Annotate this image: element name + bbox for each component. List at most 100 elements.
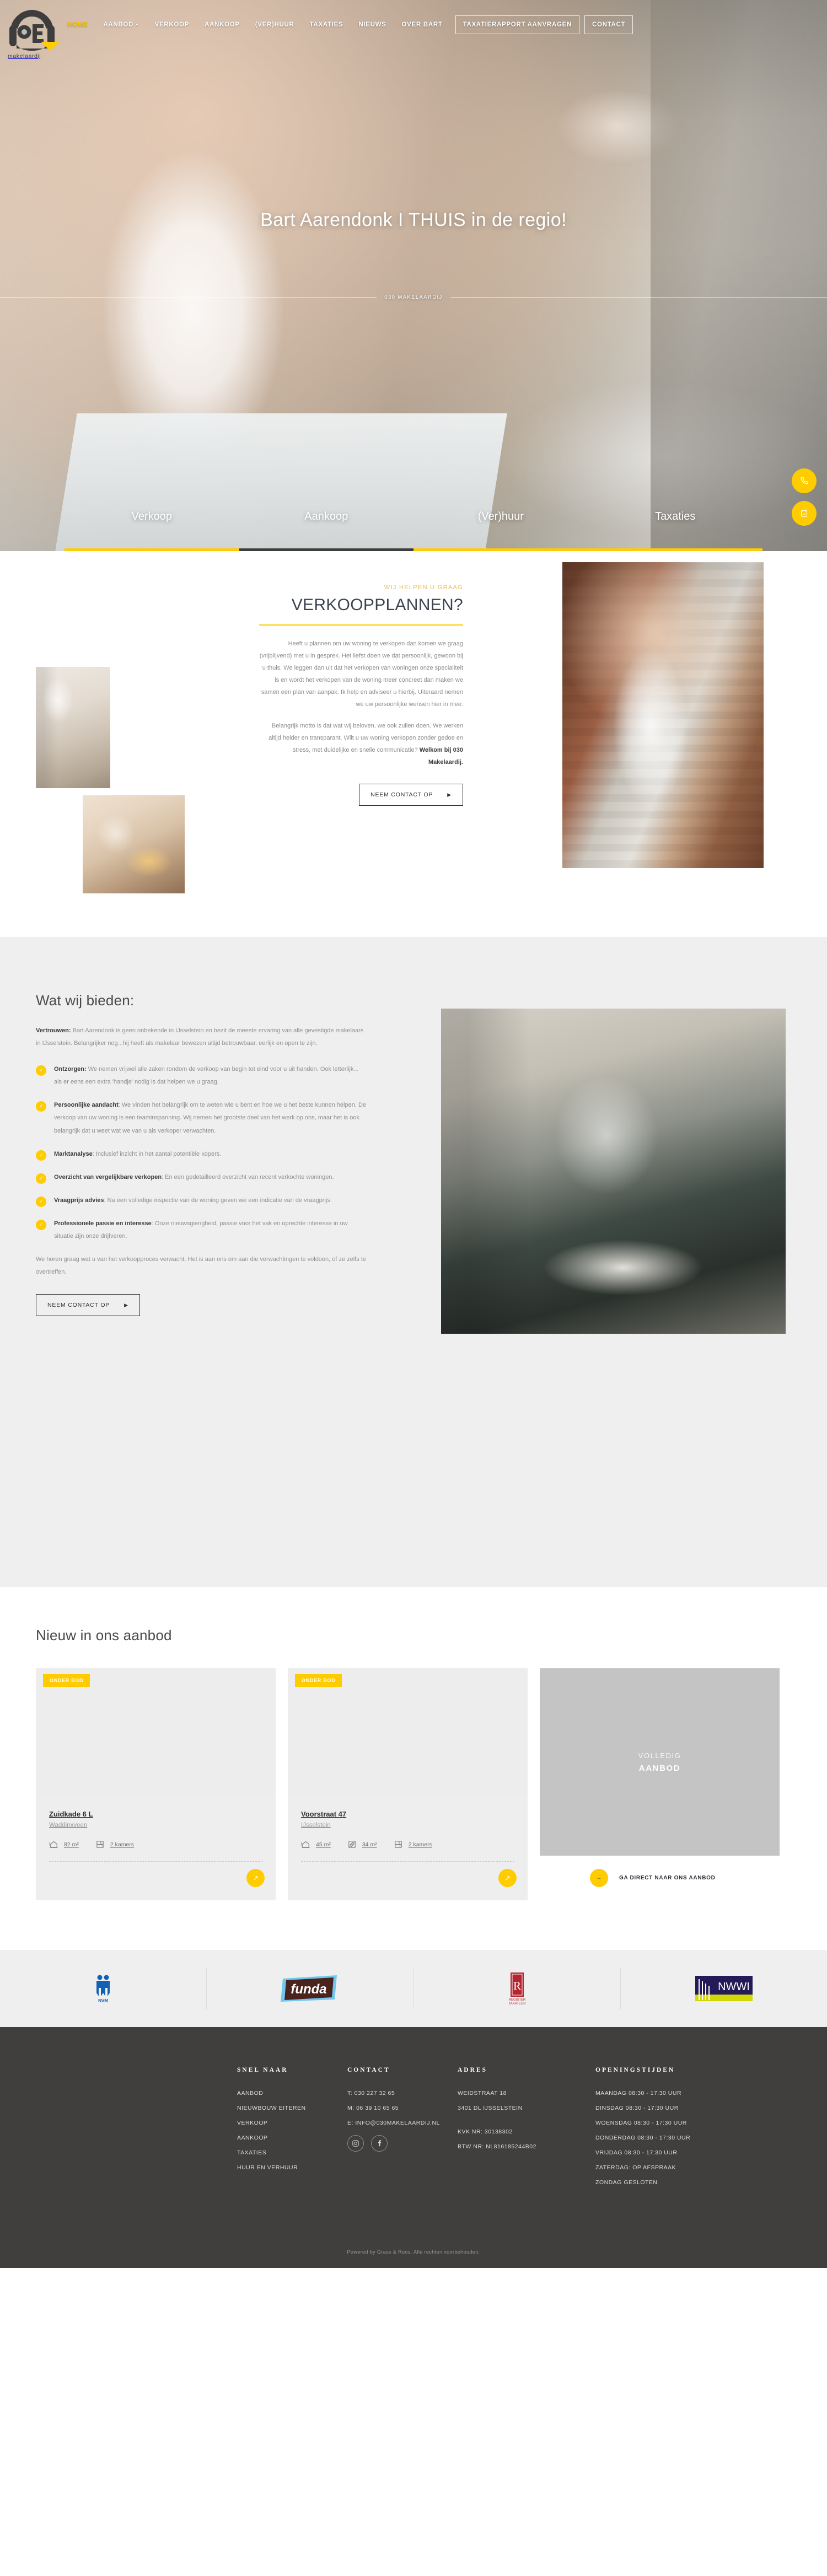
bieden-contact-button[interactable]: NEEM CONTACT OP ▶ xyxy=(36,1294,140,1317)
site-logo[interactable]: makelaardij xyxy=(8,8,60,61)
nav-item-aanbod[interactable]: AANBOD ▼ xyxy=(95,17,147,33)
nav-item-home[interactable]: HOME xyxy=(60,17,95,33)
taxatierapport-button[interactable]: TAXATIERAPPORT AANVRAGEN xyxy=(455,15,579,34)
nav-item-taxaties[interactable]: TAXATIES xyxy=(302,17,351,33)
list-item-bold: Overzicht van vergelijkbare verkopen xyxy=(54,1173,162,1181)
bieden-intro-bold: Vertrouwen: xyxy=(36,1027,71,1034)
facebook-icon[interactable] xyxy=(371,2135,388,2152)
hero-tab-underline xyxy=(65,548,239,551)
nav-label: HOME xyxy=(67,21,88,28)
nieuw-aanbod-section: Nieuw in ons aanbod ONDER BOD Zuidkade 6… xyxy=(0,1587,827,1950)
footer-link-huur-en-verhuur[interactable]: HUUR EN VERHUUR xyxy=(237,2164,347,2171)
footer-heading-address: ADRES xyxy=(458,2067,487,2073)
footer-link-taxaties[interactable]: TAXATIES xyxy=(237,2149,347,2156)
svg-text:funda: funda xyxy=(291,1982,327,1997)
hero-tab-underline xyxy=(239,548,414,551)
list-item: ✓ Professionele passie en interesse: Onze… xyxy=(36,1217,367,1243)
bieden-heading: Wat wij bieden: xyxy=(36,992,135,1009)
check-icon: ✓ xyxy=(36,1065,46,1076)
volledig-aanbod-image: VOLLEDIG AANBOD xyxy=(540,1668,780,1856)
footer-mobile[interactable]: M: 06 39 10 65 65 xyxy=(347,2105,458,2111)
nav-label: TAXATIES xyxy=(309,21,343,28)
svg-text:REGISTER: REGISTER xyxy=(508,1998,525,2002)
list-item: ✓ Persoonlijke aandacht: We vinden het be… xyxy=(36,1099,367,1137)
nav-item-verkoop[interactable]: VERKOOP xyxy=(147,17,197,33)
phone-icon[interactable] xyxy=(792,468,817,493)
list-item-bold: Marktanalyse xyxy=(54,1150,93,1157)
footer-link-aanbod[interactable]: AANBOD xyxy=(237,2090,347,2097)
svg-text:NVM: NVM xyxy=(98,1998,108,2003)
calendar-icon[interactable] xyxy=(792,501,817,526)
nwwi-logo-icon: NWWI xyxy=(695,1976,753,2001)
partner-funda: funda xyxy=(206,1968,413,2009)
site-footer: SNEL NAAR AANBOD NIEUWBOUW EITEREN VERKO… xyxy=(0,2027,827,2268)
main-menu: HOME AANBOD ▼ VERKOOP AANKOOP (VER)HUUR T… xyxy=(60,15,633,34)
verkoop-paragraph-2: Belangrijk motto is dat wat wij beloven,… xyxy=(259,720,463,768)
partner-register-taxateur: R REGISTER TAXATEUR xyxy=(413,1968,620,2009)
listing-divider xyxy=(49,1861,262,1862)
hero-rule-left xyxy=(0,297,377,298)
verkoop-contact-label: NEEM CONTACT OP xyxy=(370,791,433,798)
bieden-intro: Vertrouwen: Bart Aarendonk is geen onbek… xyxy=(36,1025,367,1050)
arrow-right-circle-icon: → xyxy=(590,1869,608,1887)
front-door-photo xyxy=(562,562,764,868)
listing-title: Voorstraat 47 xyxy=(301,1810,347,1818)
register-taxateur-logo-icon: R REGISTER TAXATEUR xyxy=(508,1973,526,2006)
hero-tab-verkoop[interactable]: Verkoop xyxy=(65,479,239,551)
check-icon: ✓ xyxy=(36,1219,46,1230)
listing-specs: 45 m² 34 m² 2 kamers xyxy=(301,1840,514,1849)
nav-item-aankoop[interactable]: AANKOOP xyxy=(197,17,248,33)
footer-col-opening-hours: OPENINGSTIJDEN MAANDAG 08:30 - 17:30 UUR… xyxy=(595,2067,750,2194)
spec-living-area: 45 m² xyxy=(301,1840,331,1849)
list-item-bold: Vraagprijs advies xyxy=(54,1197,104,1204)
hero-tab-label: Taxaties xyxy=(655,510,696,522)
bieden-outro: We horen graag wat u van het verkoopproc… xyxy=(36,1256,367,1276)
contact-button[interactable]: CONTACT xyxy=(584,15,633,34)
footer-link-nieuwbouw-eiteren[interactable]: NIEUWBOUW EITEREN xyxy=(237,2105,347,2111)
check-icon: ✓ xyxy=(36,1173,46,1184)
house-icon xyxy=(49,1841,58,1848)
volledig-aanbod-line1: VOLLEDIG xyxy=(638,1751,681,1760)
hero-tab-label: (Ver)huur xyxy=(477,510,524,522)
listing-card[interactable]: ONDER BOD Zuidkade 6 L Waddinxveen 82 m²… xyxy=(36,1668,276,1900)
partner-nwwi: NWWI xyxy=(620,1968,827,2009)
hero-section: makelaardij HOME AANBOD ▼ VERKOOP AANKOOP… xyxy=(0,0,827,551)
nav-item-nieuws[interactable]: NIEUWS xyxy=(351,17,394,33)
hours-saturday: ZATERDAG: OP AFSPRAAK xyxy=(595,2164,676,2171)
spec-value: 34 m² xyxy=(362,1841,377,1848)
listing-card[interactable]: ONDER BOD Voorstraat 47 IJsselstein 45 m… xyxy=(288,1668,528,1900)
footer-kvk: KVK NR: 30138302 xyxy=(458,2128,513,2135)
nvm-logo-icon: NVM xyxy=(96,1975,110,2003)
footer-phone[interactable]: T: 030 227 32 65 xyxy=(347,2090,458,2097)
footer-email[interactable]: E: INFO@030MAKELAARDIJ.NL xyxy=(347,2120,458,2126)
floating-action-buttons xyxy=(792,468,817,533)
hero-tab-verhuur[interactable]: (Ver)huur xyxy=(414,479,588,551)
bieden-text-column: Wat wij bieden: Vertrouwen: Bart Aarendo… xyxy=(36,992,367,1317)
hero-tab-aankoop[interactable]: Aankoop xyxy=(239,479,414,551)
house-icon xyxy=(301,1841,310,1848)
instagram-icon[interactable] xyxy=(347,2135,364,2152)
bieden-intro-rest: Bart Aarendonk is geen onbekende in IJss… xyxy=(36,1027,364,1047)
nav-item-over-bart[interactable]: OVER BART xyxy=(394,17,450,33)
listing-arrow-icon[interactable]: ↗ xyxy=(246,1869,265,1887)
ga-direct-naar-aanbod-button[interactable]: → GA DIRECT NAAR ONS AANBOD xyxy=(576,1856,771,1900)
verkoop-body: Heeft u plannen om uw woning te verkopen… xyxy=(259,638,463,768)
hero-tab-taxaties[interactable]: Taxaties xyxy=(588,479,762,551)
verkoop-contact-button[interactable]: NEEM CONTACT OP ▶ xyxy=(359,784,463,806)
hero-subtitle-row: 030 MAKELAARDIJ xyxy=(0,294,827,300)
spec-rooms: 2 kamers xyxy=(394,1840,432,1849)
listing-specs: 82 m² 2 kamers xyxy=(49,1840,262,1849)
nav-label: (VER)HUUR xyxy=(255,21,294,28)
footer-btw: BTW NR: NL816185244B02 xyxy=(458,2143,536,2150)
spec-value: 45 m² xyxy=(316,1841,331,1848)
footer-link-verkoop[interactable]: VERKOOP xyxy=(237,2120,347,2126)
svg-text:TAXATEUR: TAXATEUR xyxy=(508,2002,526,2006)
listing-divider xyxy=(301,1861,514,1862)
nav-item-verhuur[interactable]: (VER)HUUR xyxy=(248,17,302,33)
list-item-bold: Ontzorgen: xyxy=(54,1066,87,1073)
footer-link-aankoop[interactable]: AANKOOP xyxy=(237,2135,347,2141)
nav-label: VERKOOP xyxy=(154,21,190,28)
listing-arrow-icon[interactable]: ↗ xyxy=(498,1869,517,1887)
logo-triangle-icon xyxy=(41,42,60,60)
verkoop-eyebrow: WIJ HELPEN U GRAAG xyxy=(384,584,463,591)
